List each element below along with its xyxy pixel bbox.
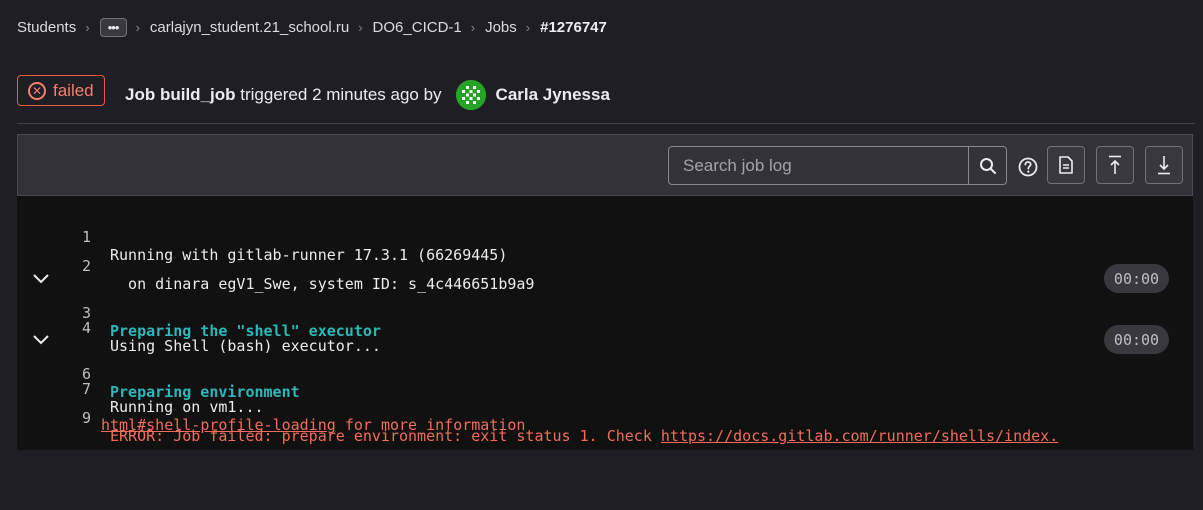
log-toolbar [17,134,1193,196]
job-prefix: Job [125,85,156,104]
job-header: ✕ failed Job build_job triggered 2 minut… [17,74,1195,124]
error-message-end: for more information [335,416,526,434]
chevron-down-icon[interactable] [32,333,50,347]
job-title: Job build_job triggered 2 minutes ago by… [125,80,610,110]
scroll-up-icon [1109,155,1121,174]
docs-link[interactable]: https://docs.gitlab.com/runner/shells/in… [661,427,1058,445]
chevron-down-icon[interactable] [32,272,50,286]
error-line: 9 ERROR: Job failed: prepare environment… [17,391,1193,445]
section-header[interactable]: 6 Preparing environment 00:00 [17,325,1193,401]
breadcrumb-project[interactable]: DO6_CICD-1 [373,19,462,36]
log-line: 1 Running with gitlab-runner 17.3.1 (662… [17,210,1193,264]
chevron-right-icon: › [358,19,363,35]
breadcrumb-more-button[interactable]: ••• [99,17,127,37]
docs-link-continuation[interactable]: html#shell-profile-loading [101,416,336,434]
log-line: 2 on dinara egV1_Swe, system ID: s_4c446… [17,239,1193,293]
log-line: 4 Using Shell (bash) executor... [17,301,1193,355]
section-duration: 00:00 [1104,325,1169,354]
status-badge[interactable]: ✕ failed [17,75,105,106]
job-name: build_job [159,85,236,104]
section-duration: 00:00 [1104,264,1169,293]
search-box [668,146,1007,185]
search-icon [979,157,996,174]
breadcrumb: Students › ••• › carlajyn_student.21_sch… [17,16,607,38]
chevron-right-icon: › [525,19,531,35]
failed-icon: ✕ [28,81,46,100]
breadcrumb-job-id[interactable]: #1276747 [540,19,607,36]
chevron-right-icon: › [85,19,90,35]
scroll-down-icon [1158,156,1170,175]
error-line-continuation: html#shell-profile-loading for more info… [101,416,525,434]
help-icon[interactable] [1018,157,1038,177]
document-icon [1059,156,1073,174]
breadcrumb-user[interactable]: carlajyn_student.21_school.ru [150,19,349,36]
scroll-to-top-button[interactable] [1096,146,1134,184]
breadcrumb-students[interactable]: Students [17,19,76,36]
user-name-link[interactable]: Carla Jynessa [496,85,610,105]
avatar[interactable] [455,80,486,110]
search-button[interactable] [968,147,1006,184]
line-number[interactable]: 9 [69,409,91,427]
breadcrumb-jobs[interactable]: Jobs [485,19,517,36]
section-header[interactable]: 3 Preparing the "shell" executor 00:00 [17,264,1193,340]
triggered-text: triggered 2 minutes ago by [240,85,442,104]
job-log: 1 Running with gitlab-runner 17.3.1 (662… [17,196,1193,450]
search-input[interactable] [669,147,968,184]
show-raw-button[interactable] [1047,146,1085,184]
chevron-right-icon: › [135,19,140,35]
log-line: 7 Running on vm1... [17,362,1193,416]
status-label: failed [53,80,94,100]
scroll-to-bottom-button[interactable] [1145,146,1183,184]
chevron-right-icon: › [470,19,476,35]
